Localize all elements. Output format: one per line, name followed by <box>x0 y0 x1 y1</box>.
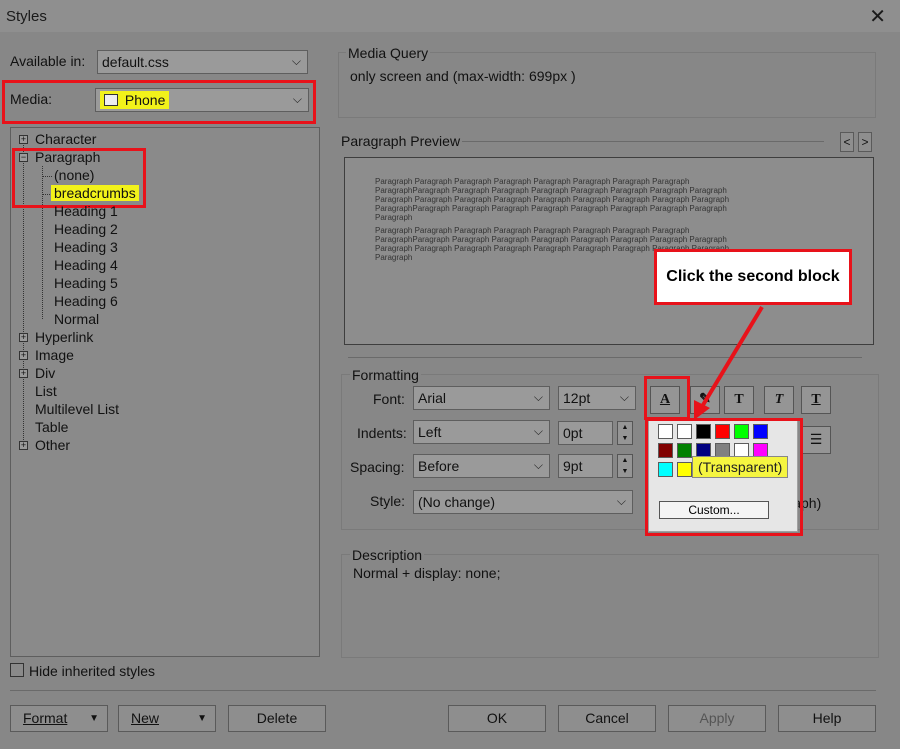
format-button[interactable]: Format ▼ <box>10 705 108 732</box>
description-label: Description <box>350 547 425 563</box>
description-value: Normal + display: none; <box>353 565 501 581</box>
new-button-label: New <box>131 710 160 726</box>
cancel-button[interactable]: Cancel <box>558 705 656 732</box>
dropdown-arrow-icon: ▼ <box>197 713 207 724</box>
format-button-label: Format <box>23 710 68 726</box>
hide-inherited-checkbox[interactable] <box>10 663 24 677</box>
hide-inherited-label: Hide inherited styles <box>29 663 156 679</box>
styles-dialog: Styles ✕ Available in: default.css ⌵ Med… <box>0 0 900 749</box>
new-button[interactable]: New ▼ <box>118 705 216 732</box>
delete-button[interactable]: Delete <box>228 705 326 732</box>
ok-button[interactable]: OK <box>448 705 546 732</box>
dropdown-arrow-icon: ▼ <box>89 713 99 724</box>
help-button[interactable]: Help <box>778 705 876 732</box>
apply-button[interactable]: Apply <box>668 705 766 732</box>
bottom-separator <box>10 690 876 691</box>
